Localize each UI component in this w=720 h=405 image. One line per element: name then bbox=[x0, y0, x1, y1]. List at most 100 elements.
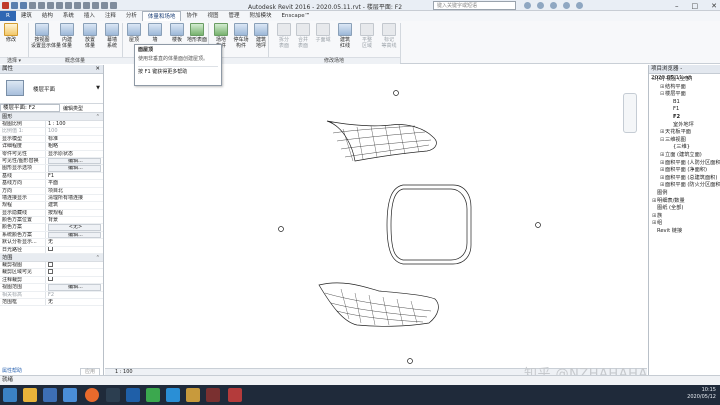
property-value[interactable]: 按规程 bbox=[46, 210, 103, 216]
type-selector[interactable]: 楼层平面 ▼ bbox=[0, 74, 103, 104]
section-icon[interactable] bbox=[92, 2, 99, 9]
tab-11[interactable]: Enscape™ bbox=[277, 11, 316, 21]
ribbon-tool-5[interactable]: 屋顶 bbox=[123, 21, 145, 43]
browser-item[interactable]: ⊟三维视图 bbox=[660, 137, 686, 143]
browser-item[interactable]: ⊞明细表/数量 bbox=[652, 198, 685, 204]
property-value[interactable]: 无 bbox=[46, 239, 103, 245]
maximize-icon[interactable]: □ bbox=[692, 2, 699, 10]
browser-item[interactable]: ⊞族 bbox=[652, 213, 662, 219]
browser-item[interactable]: ⊟楼层平面 bbox=[660, 91, 686, 97]
property-value[interactable]: 1 : 100 bbox=[46, 121, 103, 127]
properties-help-link[interactable]: 属性帮助 bbox=[2, 368, 22, 374]
browser-item[interactable]: 图例 bbox=[652, 190, 667, 196]
ribbon-tool-13[interactable]: 合并 表面 bbox=[292, 21, 314, 49]
file-explorer-icon[interactable] bbox=[23, 388, 37, 402]
app-icon[interactable] bbox=[206, 388, 220, 402]
checkbox[interactable] bbox=[48, 276, 53, 282]
tab-9[interactable]: 管理 bbox=[223, 11, 244, 21]
property-group[interactable]: 图形 ⌃ bbox=[0, 113, 103, 121]
browser-item[interactable]: ⊞面积平面 (总建筑面积) bbox=[660, 175, 717, 181]
3d-view-icon[interactable] bbox=[83, 2, 90, 9]
print-icon[interactable] bbox=[47, 2, 54, 9]
ribbon-tool-2[interactable]: 内建 体量 bbox=[56, 21, 78, 49]
checkbox[interactable] bbox=[48, 269, 53, 274]
text-icon[interactable] bbox=[74, 2, 81, 9]
ribbon-tool-17[interactable]: 标记 等高线 bbox=[378, 21, 400, 49]
ribbon-tool-8[interactable]: 地形表面 bbox=[186, 21, 208, 43]
property-edit-button[interactable]: <无> bbox=[48, 224, 101, 231]
browser-item[interactable]: ⊟[0] 视图 (全部) bbox=[652, 76, 692, 82]
ribbon-tool-4[interactable]: 幕墙 系统 bbox=[101, 21, 123, 49]
ribbon-tool-15[interactable]: 建筑 红线 bbox=[334, 21, 356, 49]
revit-icon[interactable] bbox=[228, 388, 242, 402]
tab-0[interactable]: 建筑 bbox=[16, 11, 37, 21]
property-value[interactable]: F1 bbox=[46, 173, 103, 179]
redo-icon[interactable] bbox=[38, 2, 45, 9]
property-edit-button[interactable]: 编辑... bbox=[48, 157, 101, 165]
file-tab[interactable]: R bbox=[0, 11, 16, 21]
app-icon[interactable] bbox=[166, 388, 180, 402]
instance-selector[interactable]: 楼层平面: F2 bbox=[0, 104, 60, 112]
user-icon[interactable] bbox=[550, 2, 557, 9]
browser-item[interactable]: ⊞面积平面 (净面积) bbox=[660, 167, 707, 173]
browser-item[interactable]: F2 bbox=[668, 114, 680, 120]
tab-8[interactable]: 视图 bbox=[202, 11, 223, 21]
tab-6[interactable]: 体量和场地 bbox=[141, 11, 182, 21]
browser-item[interactable]: {三维} bbox=[668, 144, 690, 150]
exchange-icon[interactable] bbox=[563, 2, 570, 9]
ribbon-tool-14[interactable]: 子面域 bbox=[312, 21, 334, 43]
checkbox[interactable] bbox=[48, 262, 53, 267]
property-value[interactable] bbox=[46, 246, 103, 253]
ribbon-tool-10[interactable]: 停车场 构件 bbox=[230, 21, 252, 49]
help-icon[interactable] bbox=[576, 2, 583, 9]
property-value[interactable]: 清理所有墙连接 bbox=[46, 195, 103, 201]
ribbon-tool-7[interactable]: 楼板 bbox=[166, 21, 188, 43]
property-value[interactable]: 平面 bbox=[46, 180, 103, 186]
thin-lines-icon[interactable] bbox=[101, 2, 108, 9]
search-icon[interactable] bbox=[524, 2, 531, 9]
property-edit-button[interactable]: 编辑... bbox=[48, 165, 101, 172]
tab-4[interactable]: 注释 bbox=[100, 11, 121, 21]
property-value[interactable] bbox=[46, 262, 103, 268]
tag-icon[interactable] bbox=[65, 2, 72, 9]
cloud-icon[interactable] bbox=[63, 388, 77, 402]
browser-item[interactable]: 图纸 (全部) bbox=[652, 205, 683, 211]
app-icon[interactable] bbox=[106, 388, 120, 402]
property-edit-button[interactable]: 编辑... bbox=[48, 231, 101, 239]
property-value[interactable] bbox=[46, 269, 103, 275]
browser-item[interactable]: B1 bbox=[668, 99, 680, 105]
property-value[interactable]: 显示原状态 bbox=[46, 151, 103, 157]
measure-icon[interactable] bbox=[56, 2, 63, 9]
browser-item[interactable]: ⊞面积平面 (防火分区面积) bbox=[660, 182, 720, 188]
search-input[interactable]: 键入关键字或短语 bbox=[433, 1, 516, 10]
tab-7[interactable]: 协作 bbox=[181, 11, 202, 21]
property-value[interactable]: 项目北 bbox=[46, 188, 103, 194]
browser-item[interactable]: ⊞组 bbox=[652, 220, 662, 226]
property-edit-button[interactable]: 编辑... bbox=[48, 284, 101, 291]
checkbox[interactable] bbox=[48, 246, 53, 252]
browser-item[interactable]: ⊞面积平面 (人防分区面积) bbox=[660, 160, 720, 166]
property-group[interactable]: 范围 ⌃ bbox=[0, 254, 103, 263]
app-icon[interactable] bbox=[186, 388, 200, 402]
property-value[interactable]: 无 bbox=[46, 299, 103, 305]
tab-5[interactable]: 分析 bbox=[121, 11, 142, 21]
subscription-icon[interactable] bbox=[537, 2, 544, 9]
ribbon-tool-6[interactable]: 墙 bbox=[144, 21, 166, 43]
collapse-icon[interactable]: ⌃ bbox=[96, 113, 100, 121]
property-value[interactable]: 建筑 bbox=[46, 202, 103, 208]
drawing-canvas[interactable] bbox=[105, 65, 647, 368]
property-value[interactable]: 标准 bbox=[46, 136, 103, 142]
ribbon-tool-3[interactable]: 放置 体量 bbox=[79, 21, 101, 49]
close-icon[interactable]: ✕ bbox=[95, 65, 100, 74]
minimize-icon[interactable]: – bbox=[675, 2, 679, 10]
firefox-icon[interactable] bbox=[85, 388, 99, 402]
start-icon[interactable] bbox=[3, 388, 17, 402]
ribbon-tool-16[interactable]: 平整 区域 bbox=[356, 21, 378, 49]
tab-1[interactable]: 结构 bbox=[37, 11, 58, 21]
word-icon[interactable] bbox=[43, 388, 57, 402]
browser-item[interactable]: 室外地坪 bbox=[668, 122, 694, 128]
save-icon[interactable] bbox=[20, 2, 27, 9]
browser-item[interactable]: ⊞天花板平面 bbox=[660, 129, 691, 135]
close-icon[interactable]: ✕ bbox=[711, 2, 717, 10]
ribbon-tool-0[interactable]: 修改 bbox=[0, 21, 22, 43]
